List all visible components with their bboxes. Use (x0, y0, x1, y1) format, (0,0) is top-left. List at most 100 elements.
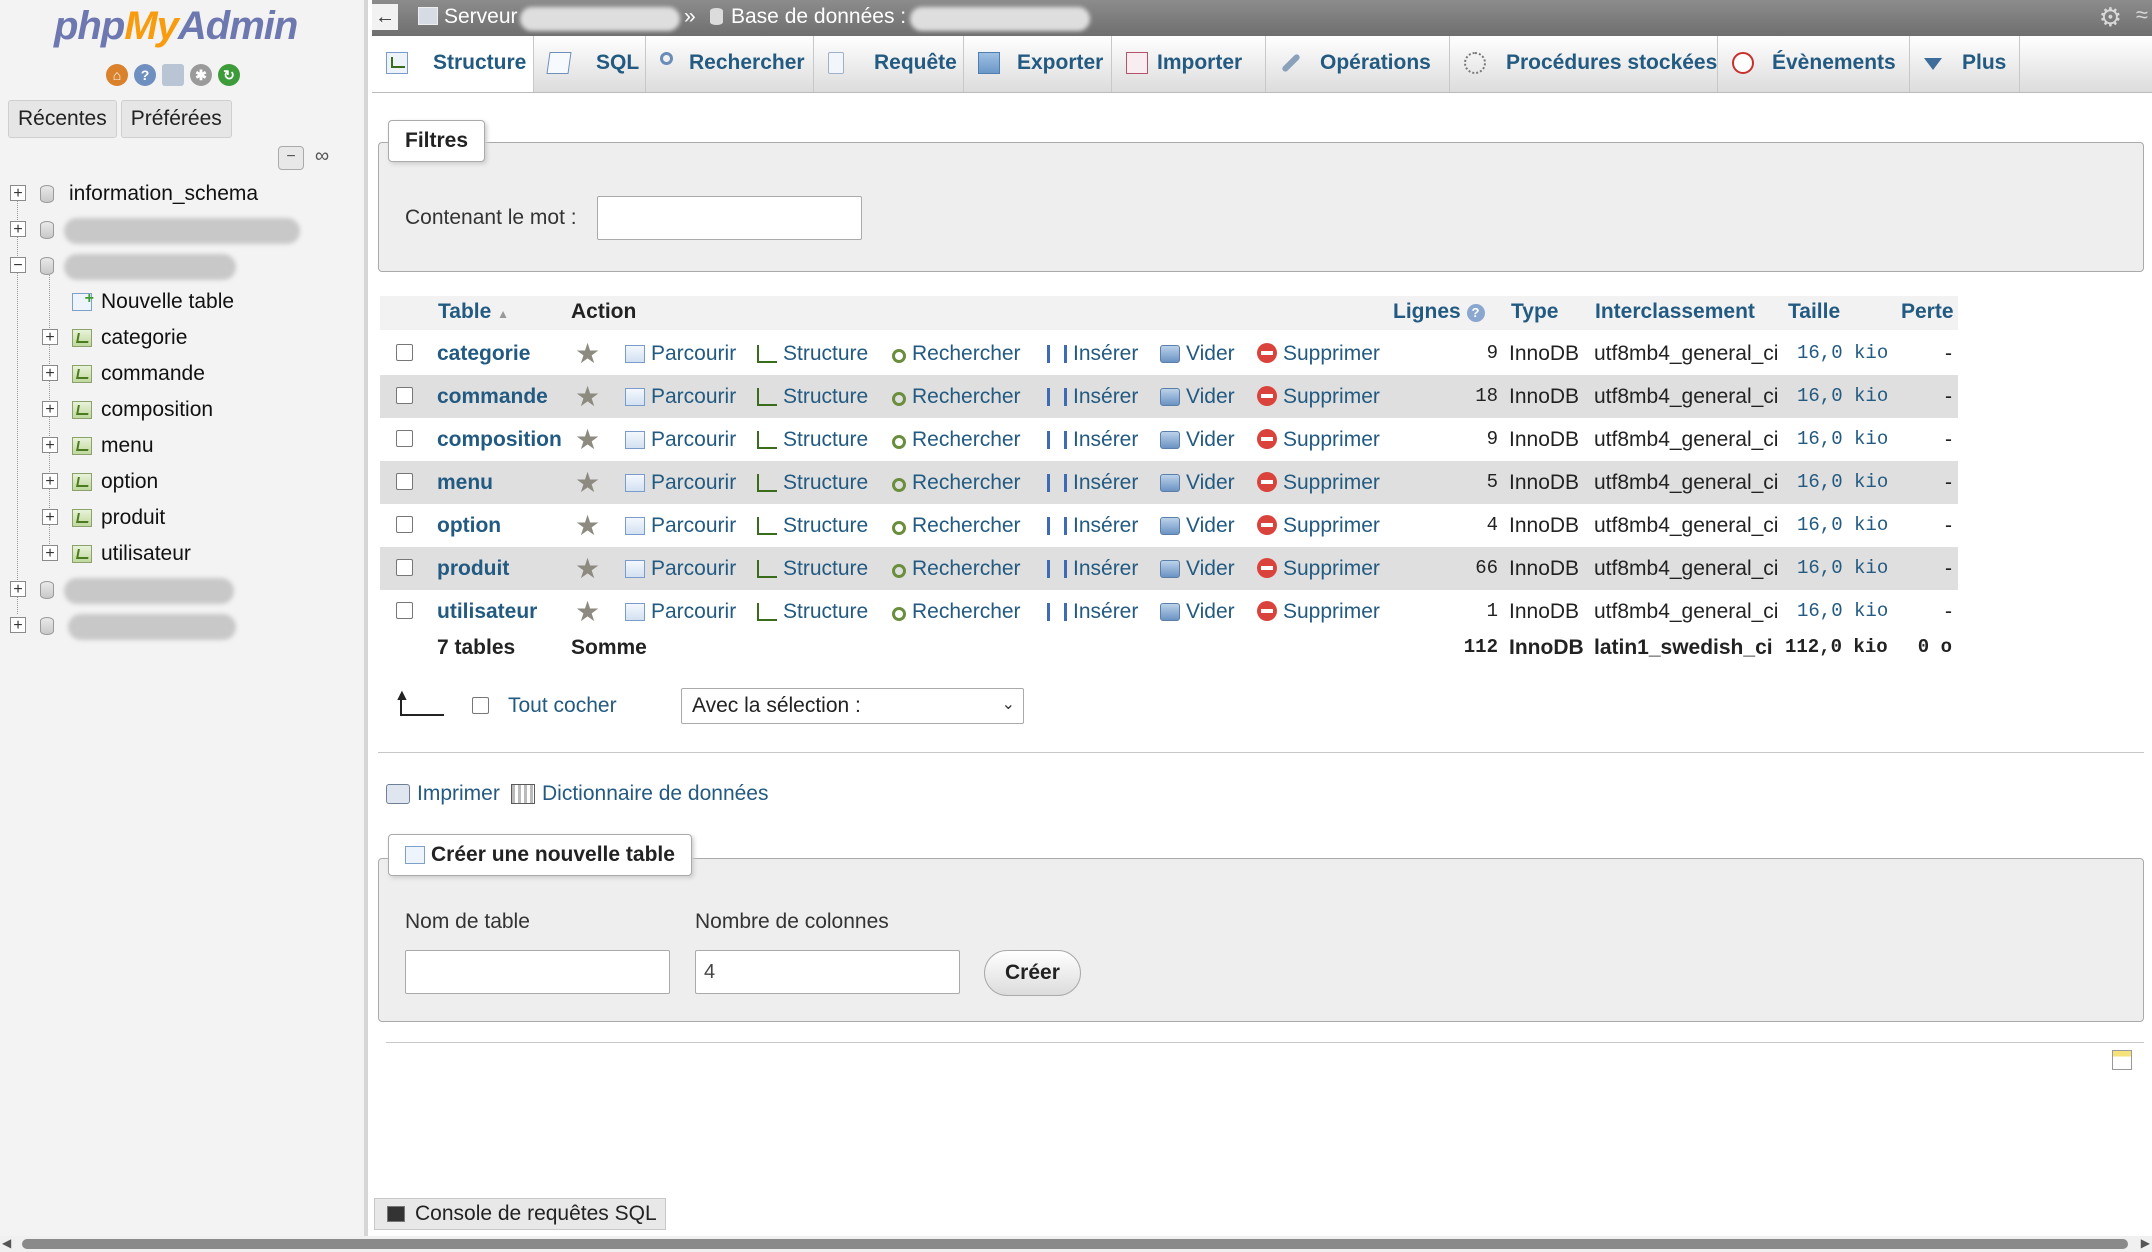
row-checkbox[interactable] (396, 516, 413, 533)
docs-icon[interactable] (162, 64, 184, 86)
action-browse[interactable]: Parcourir (625, 428, 736, 452)
action-insert[interactable]: Insérer (1047, 471, 1138, 495)
expand-icon[interactable]: + (42, 545, 58, 562)
tree-table-option[interactable]: + option (0, 464, 364, 500)
link-icon[interactable]: ∞ (310, 146, 334, 168)
tab-recent[interactable]: Récentes (8, 100, 117, 138)
scroll-right-icon[interactable]: ▶ (2141, 1236, 2150, 1250)
header-size[interactable]: Taille (1788, 300, 1840, 324)
table-row[interactable]: composition ★ Parcourir Structure Rechercher… (380, 418, 1958, 461)
table-name-link[interactable]: produit (437, 557, 509, 581)
row-checkbox[interactable] (396, 387, 413, 404)
action-insert[interactable]: Insérer (1047, 514, 1138, 538)
action-empty[interactable]: Vider (1160, 385, 1235, 409)
action-structure[interactable]: Structure (757, 557, 868, 581)
tab-sql[interactable]: SQL (534, 36, 646, 92)
header-type[interactable]: Type (1511, 300, 1558, 324)
action-drop[interactable]: Supprimer (1257, 514, 1380, 538)
data-dictionary-link[interactable]: Dictionnaire de données (542, 782, 769, 806)
scroll-left-icon[interactable]: ◀ (2, 1236, 11, 1250)
check-all-link[interactable]: Tout cocher (508, 694, 617, 718)
tree-new-table[interactable]: Nouvelle table (0, 281, 364, 320)
tab-more[interactable]: Plus (1910, 36, 2020, 92)
table-name-link[interactable]: menu (437, 471, 493, 495)
header-collation[interactable]: Interclassement (1595, 300, 1755, 324)
action-drop[interactable]: Supprimer (1257, 600, 1380, 624)
action-structure[interactable]: Structure (757, 385, 868, 409)
action-structure[interactable]: Structure (757, 514, 868, 538)
tab-import[interactable]: Importer (1112, 36, 1266, 92)
action-insert[interactable]: Insérer (1047, 428, 1138, 452)
sql-console-toggle[interactable]: Console de requêtes SQL (374, 1198, 666, 1230)
expand-icon[interactable]: + (42, 365, 58, 382)
action-insert[interactable]: Insérer (1047, 557, 1138, 581)
row-checkbox[interactable] (396, 473, 413, 490)
tree-db-redacted-open[interactable]: − (0, 248, 364, 284)
header-rows[interactable]: Lignes ? (1393, 300, 1485, 324)
table-name-link[interactable]: option (437, 514, 501, 538)
expand-icon[interactable]: + (42, 509, 58, 526)
expand-icon[interactable]: + (42, 473, 58, 490)
action-empty[interactable]: Vider (1160, 471, 1235, 495)
expand-icon[interactable]: + (42, 329, 58, 346)
filter-input[interactable] (597, 196, 862, 240)
star-icon[interactable]: ★ (575, 598, 600, 626)
expand-icon[interactable]: + (42, 401, 58, 418)
star-icon[interactable]: ★ (575, 383, 600, 411)
action-search[interactable]: Rechercher (892, 385, 1021, 409)
table-row[interactable]: commande ★ Parcourir Structure Rechercher Ins… (380, 375, 1958, 418)
action-structure[interactable]: Structure (757, 600, 868, 624)
collapse-icon[interactable]: − (10, 257, 26, 274)
star-icon[interactable]: ★ (575, 555, 600, 583)
help-icon[interactable]: ? (1466, 304, 1485, 322)
action-search[interactable]: Rechercher (892, 342, 1021, 366)
table-row[interactable]: menu ★ Parcourir Structure Rechercher Insérer… (380, 461, 1958, 504)
row-checkbox[interactable] (396, 344, 413, 361)
tree-table-categorie[interactable]: + categorie (0, 320, 364, 356)
tab-operations[interactable]: Opérations (1266, 36, 1450, 92)
expand-icon[interactable]: + (10, 581, 26, 598)
action-drop[interactable]: Supprimer (1257, 428, 1380, 452)
action-empty[interactable]: Vider (1160, 557, 1235, 581)
create-button[interactable]: Créer (984, 950, 1081, 996)
tree-db-redacted[interactable]: + (0, 212, 364, 248)
table-row[interactable]: produit ★ Parcourir Structure Rechercher Insé… (380, 547, 1958, 590)
horizontal-scrollbar[interactable]: ◀ ▶ (0, 1236, 2152, 1252)
tree-table-composition[interactable]: + composition (0, 392, 364, 428)
scrollbar-thumb[interactable] (22, 1239, 2128, 1249)
table-name-link[interactable]: utilisateur (437, 600, 537, 624)
tab-export[interactable]: Exporter (964, 36, 1112, 92)
tab-stored-procedures[interactable]: Procédures stockées (1450, 36, 1718, 92)
action-drop[interactable]: Supprimer (1257, 385, 1380, 409)
action-search[interactable]: Rechercher (892, 514, 1021, 538)
tree-db-redacted[interactable]: + (0, 608, 364, 644)
tree-db-redacted[interactable]: + (0, 572, 364, 608)
dictionary-icon[interactable] (511, 784, 535, 804)
action-browse[interactable]: Parcourir (625, 514, 736, 538)
collapse-all-icon[interactable]: − (278, 146, 304, 170)
table-name-link[interactable]: categorie (437, 342, 530, 366)
collapse-icon[interactable]: ≈ (2136, 2, 2148, 28)
tree-table-menu[interactable]: + menu (0, 428, 364, 464)
action-insert[interactable]: Insérer (1047, 600, 1138, 624)
column-count-input[interactable] (695, 950, 960, 994)
expand-icon[interactable]: + (42, 437, 58, 454)
action-browse[interactable]: Parcourir (625, 342, 736, 366)
header-overhead[interactable]: Perte (1901, 300, 1954, 324)
table-row[interactable]: option ★ Parcourir Structure Rechercher Insér… (380, 504, 1958, 547)
table-row[interactable]: categorie ★ Parcourir Structure Rechercher In… (380, 332, 1958, 375)
action-empty[interactable]: Vider (1160, 342, 1235, 366)
breadcrumb-server[interactable]: Serveur (418, 5, 518, 29)
action-drop[interactable]: Supprimer (1257, 557, 1380, 581)
action-browse[interactable]: Parcourir (625, 471, 736, 495)
home-icon[interactable]: ⌂ (106, 64, 128, 86)
reload-icon[interactable]: ↻ (218, 64, 240, 86)
gear-icon[interactable]: ⚙ (2099, 2, 2122, 33)
breadcrumb-database[interactable]: Base de données : (710, 5, 906, 29)
action-search[interactable]: Rechercher (892, 428, 1021, 452)
action-drop[interactable]: Supprimer (1257, 471, 1380, 495)
star-icon[interactable]: ★ (575, 512, 600, 540)
table-name-input[interactable] (405, 950, 670, 994)
action-empty[interactable]: Vider (1160, 428, 1235, 452)
action-empty[interactable]: Vider (1160, 600, 1235, 624)
